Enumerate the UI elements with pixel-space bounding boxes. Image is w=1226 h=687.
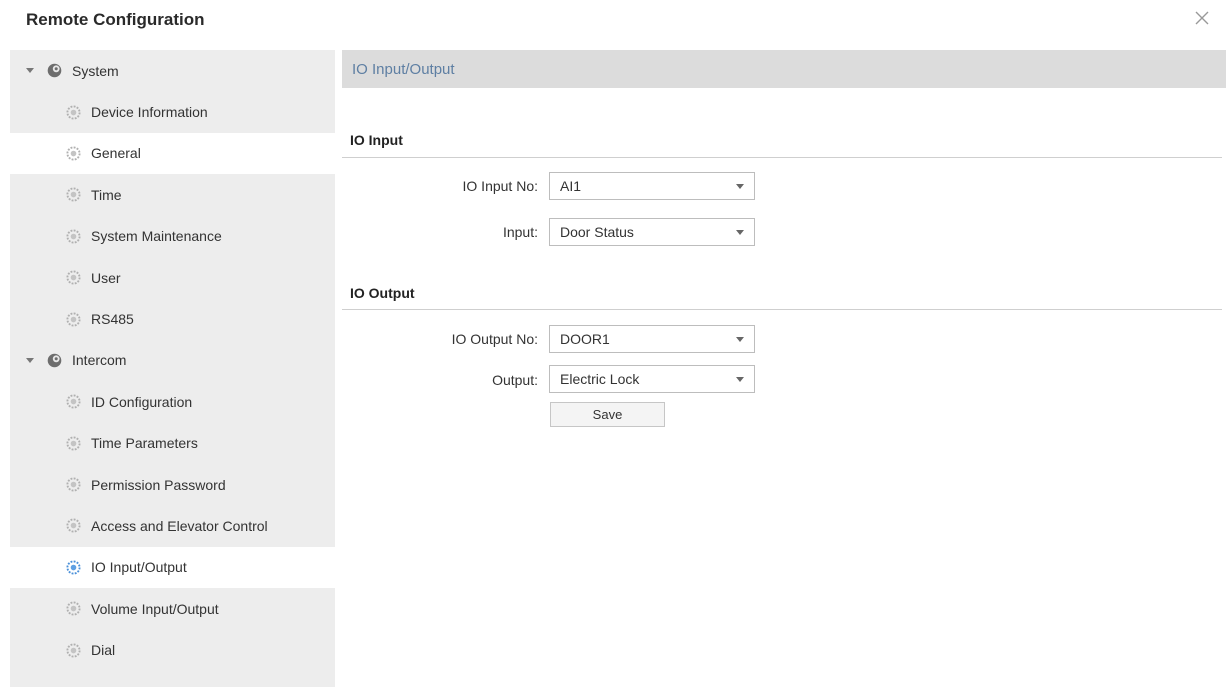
sidebar-item-device-information[interactable]: Device Information xyxy=(10,91,335,132)
section-divider xyxy=(342,309,1222,310)
settings-group-icon xyxy=(47,63,62,78)
sidebar-item-label: Access and Elevator Control xyxy=(91,517,268,534)
gear-icon xyxy=(66,643,81,658)
sidebar-item-label: Dial xyxy=(91,642,116,659)
gear-icon xyxy=(66,312,81,327)
io-output-no-label: IO Output No: xyxy=(451,331,538,347)
gear-icon xyxy=(66,601,81,616)
sidebar-item-label: User xyxy=(91,269,121,286)
tree-group-system[interactable]: System xyxy=(10,50,335,91)
output-label: Output: xyxy=(492,372,538,388)
select-value: Electric Lock xyxy=(560,371,640,387)
sidebar-item-io-input-output[interactable]: IO Input/Output xyxy=(10,546,335,589)
tree-group-label: System xyxy=(72,62,119,79)
window-title: Remote Configuration xyxy=(26,10,205,29)
gear-icon xyxy=(66,146,81,161)
dropdown-caret-icon xyxy=(736,184,744,189)
input-type-select[interactable]: Door Status xyxy=(549,218,755,246)
io-input-no-select[interactable]: AI1 xyxy=(549,172,755,200)
sidebar-item-label: Permission Password xyxy=(91,476,226,493)
gear-icon xyxy=(66,270,81,285)
sidebar-item-dial[interactable]: Dial xyxy=(10,629,335,670)
io-output-no-select[interactable]: DOOR1 xyxy=(549,325,755,353)
sidebar-item-label: IO Input/Output xyxy=(91,559,187,576)
gear-icon-active xyxy=(66,560,81,575)
sidebar-item-volume-input-output[interactable]: Volume Input/Output xyxy=(10,588,335,629)
expand-arrow-icon[interactable] xyxy=(26,68,34,74)
sidebar-item-user[interactable]: User xyxy=(10,257,335,298)
sidebar-item-rs485[interactable]: RS485 xyxy=(10,298,335,339)
sidebar-item-label: Volume Input/Output xyxy=(91,600,219,617)
io-output-section-title: IO Output xyxy=(350,285,415,301)
expand-arrow-icon[interactable] xyxy=(26,357,34,363)
content-panel: IO Input/Output IO Input IO Input No: AI… xyxy=(342,50,1226,687)
sidebar-item-label: Time Parameters xyxy=(91,435,198,452)
output-type-select[interactable]: Electric Lock xyxy=(549,365,755,393)
sidebar-item-label: System Maintenance xyxy=(91,228,222,245)
input-label: Input: xyxy=(502,224,538,240)
close-icon[interactable] xyxy=(1192,8,1212,28)
dropdown-caret-icon xyxy=(736,337,744,342)
save-button[interactable]: Save xyxy=(550,402,665,427)
sidebar-item-time[interactable]: Time xyxy=(10,174,335,215)
sidebar-tree: System Device Information General Time S… xyxy=(10,50,335,687)
gear-icon xyxy=(66,105,81,120)
sidebar-item-label: Time xyxy=(91,186,122,203)
io-input-no-label: IO Input No: xyxy=(462,178,538,194)
gear-icon xyxy=(66,477,81,492)
content-header: IO Input/Output xyxy=(342,50,1226,88)
gear-icon xyxy=(66,436,81,451)
select-value: DOOR1 xyxy=(560,331,610,347)
dropdown-caret-icon xyxy=(736,230,744,235)
select-value: AI1 xyxy=(560,178,582,194)
sidebar-item-access-elevator-control[interactable]: Access and Elevator Control xyxy=(10,505,335,546)
settings-group-icon xyxy=(47,353,62,368)
gear-icon xyxy=(66,229,81,244)
dropdown-caret-icon xyxy=(736,377,744,382)
tree-group-intercom[interactable]: Intercom xyxy=(10,340,335,381)
sidebar-item-label: ID Configuration xyxy=(91,393,193,410)
sidebar-item-general[interactable]: General xyxy=(10,132,335,175)
sidebar-item-permission-password[interactable]: Permission Password xyxy=(10,464,335,505)
sidebar-item-label: RS485 xyxy=(91,311,134,328)
sidebar-item-id-configuration[interactable]: ID Configuration xyxy=(10,381,335,422)
section-divider xyxy=(342,157,1222,158)
sidebar-item-label: General xyxy=(91,145,141,162)
tree-group-label: Intercom xyxy=(72,352,127,369)
gear-icon xyxy=(66,187,81,202)
gear-icon xyxy=(66,394,81,409)
sidebar-item-system-maintenance[interactable]: System Maintenance xyxy=(10,216,335,257)
sidebar-item-label: Device Information xyxy=(91,104,208,121)
io-input-section-title: IO Input xyxy=(350,132,403,148)
sidebar-item-time-parameters[interactable]: Time Parameters xyxy=(10,423,335,464)
select-value: Door Status xyxy=(560,224,634,240)
gear-icon xyxy=(66,518,81,534)
